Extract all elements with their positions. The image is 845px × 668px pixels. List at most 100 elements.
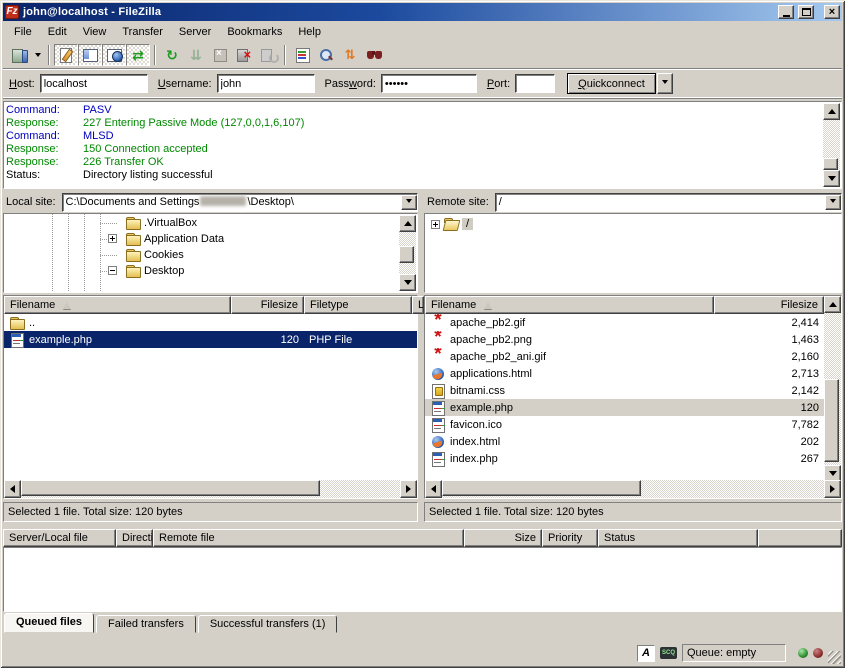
scroll-left-button[interactable] (4, 480, 21, 498)
local-site-combobox[interactable]: C:\Documents and Settings\Desktop\ (62, 193, 418, 212)
directory-filters-button[interactable] (290, 44, 314, 66)
menu-item-file[interactable]: File (6, 24, 40, 40)
maximize-button[interactable] (798, 5, 814, 19)
local-tree-scrollbar[interactable] (399, 215, 416, 291)
menu-item-server[interactable]: Server (171, 24, 219, 40)
file-row[interactable]: bitnami.css2,142 (425, 382, 824, 399)
remote-site-combobox[interactable]: / (495, 193, 842, 212)
menu-item-transfer[interactable]: Transfer (114, 24, 171, 40)
tree-item-root[interactable]: / (431, 216, 473, 232)
toggle-message-log-button[interactable] (54, 44, 78, 66)
tree-item-cookies[interactable]: Cookies (4, 247, 399, 263)
column-header-filetype[interactable]: Filetype (304, 296, 412, 314)
scroll-track[interactable] (442, 480, 824, 498)
scroll-thumb[interactable] (823, 158, 838, 170)
remote-hscrollbar[interactable] (425, 480, 841, 498)
column-header-filesize[interactable]: Filesize (714, 296, 824, 314)
remote-vscrollbar[interactable] (824, 296, 841, 482)
file-row[interactable]: *apache_pb2_ani.gif2,160 (425, 348, 824, 365)
quickconnect-button[interactable]: Quickconnect (567, 73, 656, 94)
site-manager-dropdown[interactable] (31, 44, 44, 66)
file-cell: favicon.ico (425, 416, 714, 433)
remote-site-dropdown[interactable] (825, 195, 841, 210)
reconnect-button[interactable] (256, 44, 280, 66)
file-row[interactable]: *apache_pb2.png1,463 (425, 331, 824, 348)
tab-failed-transfers[interactable]: Failed transfers (96, 615, 196, 633)
tab-successful-transfers-1-[interactable]: Successful transfers (1) (198, 615, 338, 633)
find-files-button[interactable] (362, 44, 386, 66)
menu-item-help[interactable]: Help (290, 24, 329, 40)
password-field[interactable] (381, 74, 477, 93)
site-manager-button[interactable] (7, 44, 31, 66)
scroll-right-button[interactable] (824, 480, 841, 498)
scroll-thumb[interactable] (21, 480, 320, 496)
menu-item-view[interactable]: View (75, 24, 115, 40)
file-row[interactable]: applications.html2,713 (425, 365, 824, 382)
collapse-minus-icon[interactable] (108, 266, 117, 275)
resize-grip[interactable] (828, 651, 841, 664)
scroll-down-button[interactable] (823, 170, 840, 187)
column-header-filename[interactable]: Filename (425, 296, 714, 314)
toggle-local-tree-button[interactable] (78, 44, 102, 66)
expand-plus-icon[interactable] (108, 234, 117, 243)
host-field[interactable] (40, 74, 148, 93)
scroll-up-button[interactable] (399, 215, 416, 232)
file-row[interactable]: example.php120 (425, 399, 824, 416)
log-scrollbar[interactable] (823, 103, 840, 187)
local-hscrollbar[interactable] (4, 480, 417, 498)
folder-icon (125, 248, 141, 262)
file-row[interactable]: index.php267 (425, 450, 824, 467)
queue-column-priority[interactable]: Priority (542, 529, 598, 547)
scroll-left-button[interactable] (425, 480, 442, 498)
minimize-button[interactable] (778, 5, 794, 19)
file-row[interactable]: index.html202 (425, 433, 824, 450)
scroll-right-button[interactable] (400, 480, 417, 498)
disconnect-button[interactable] (232, 44, 256, 66)
remote-directory-tree[interactable]: / (424, 213, 842, 293)
expand-plus-icon[interactable] (431, 220, 440, 229)
tree-item--virtualbox[interactable]: .VirtualBox (4, 215, 399, 231)
scroll-track[interactable] (823, 120, 840, 170)
file-row[interactable]: .. (4, 314, 417, 331)
queue-column-spacer[interactable] (758, 529, 842, 547)
queue-column-directi-[interactable]: Directi... (116, 529, 153, 547)
tree-item-desktop[interactable]: Desktop (4, 263, 399, 279)
cancel-operation-button[interactable] (208, 44, 232, 66)
queue-column-size[interactable]: Size (464, 529, 542, 547)
column-header-filename[interactable]: Filename (4, 296, 231, 314)
file-row[interactable]: favicon.ico7,782 (425, 416, 824, 433)
menu-item-edit[interactable]: Edit (40, 24, 75, 40)
tree-item-application-data[interactable]: Application Data (4, 231, 399, 247)
close-button[interactable]: × (824, 5, 840, 19)
scroll-thumb[interactable] (442, 480, 641, 496)
refresh-button[interactable]: ↻ (160, 44, 184, 66)
compare-directories-button[interactable] (314, 44, 338, 66)
scroll-track[interactable] (21, 480, 400, 498)
tab-queued-files[interactable]: Queued files (4, 613, 94, 633)
scroll-thumb[interactable] (399, 246, 414, 263)
scroll-down-button[interactable] (399, 274, 416, 291)
file-row[interactable]: example.php120PHP File1 (4, 331, 417, 348)
local-directory-tree[interactable]: .VirtualBoxApplication DataCookiesDeskto… (3, 213, 418, 293)
synchronized-browsing-button[interactable]: ⇅ (338, 44, 362, 66)
local-site-dropdown[interactable] (401, 195, 417, 210)
scroll-track[interactable] (399, 232, 416, 274)
queue-column-status[interactable]: Status (598, 529, 758, 547)
scroll-track[interactable] (824, 313, 841, 465)
column-header-filesize[interactable]: Filesize (231, 296, 304, 314)
username-field[interactable] (217, 74, 315, 93)
quickconnect-dropdown[interactable] (657, 73, 673, 94)
scroll-up-button[interactable] (823, 103, 840, 120)
process-queue-button[interactable]: ⇊ (184, 44, 208, 66)
menu-item-bookmarks[interactable]: Bookmarks (219, 24, 290, 40)
port-field[interactable] (515, 74, 555, 93)
toggle-remote-tree-button[interactable] (102, 44, 126, 66)
scroll-thumb[interactable] (824, 379, 839, 462)
scroll-up-button[interactable] (824, 296, 841, 313)
queue-column-remote-file[interactable]: Remote file (153, 529, 464, 547)
file-row[interactable]: *apache_pb2.gif2,414 (425, 314, 824, 331)
queue-list[interactable] (3, 547, 842, 612)
queue-column-server-local-file[interactable]: Server/Local file (3, 529, 116, 547)
column-header-l[interactable]: L (412, 296, 424, 314)
toggle-queue-button[interactable]: ⇄ (126, 44, 150, 66)
